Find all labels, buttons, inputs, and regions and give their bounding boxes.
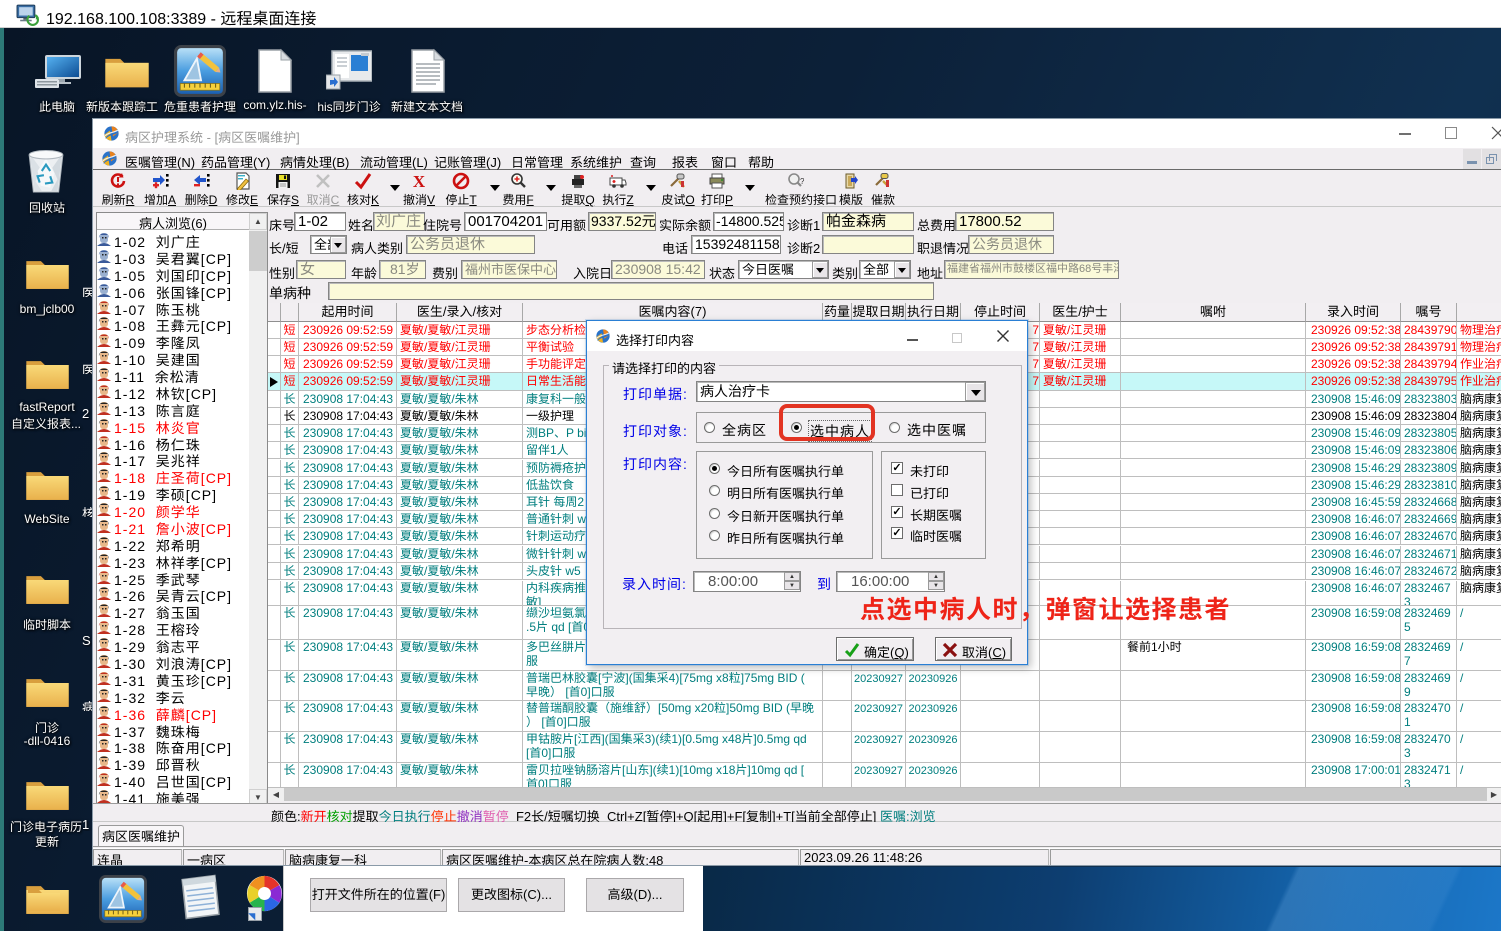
svg-text:?: ? [800, 177, 804, 186]
svg-text:X: X [413, 172, 426, 190]
